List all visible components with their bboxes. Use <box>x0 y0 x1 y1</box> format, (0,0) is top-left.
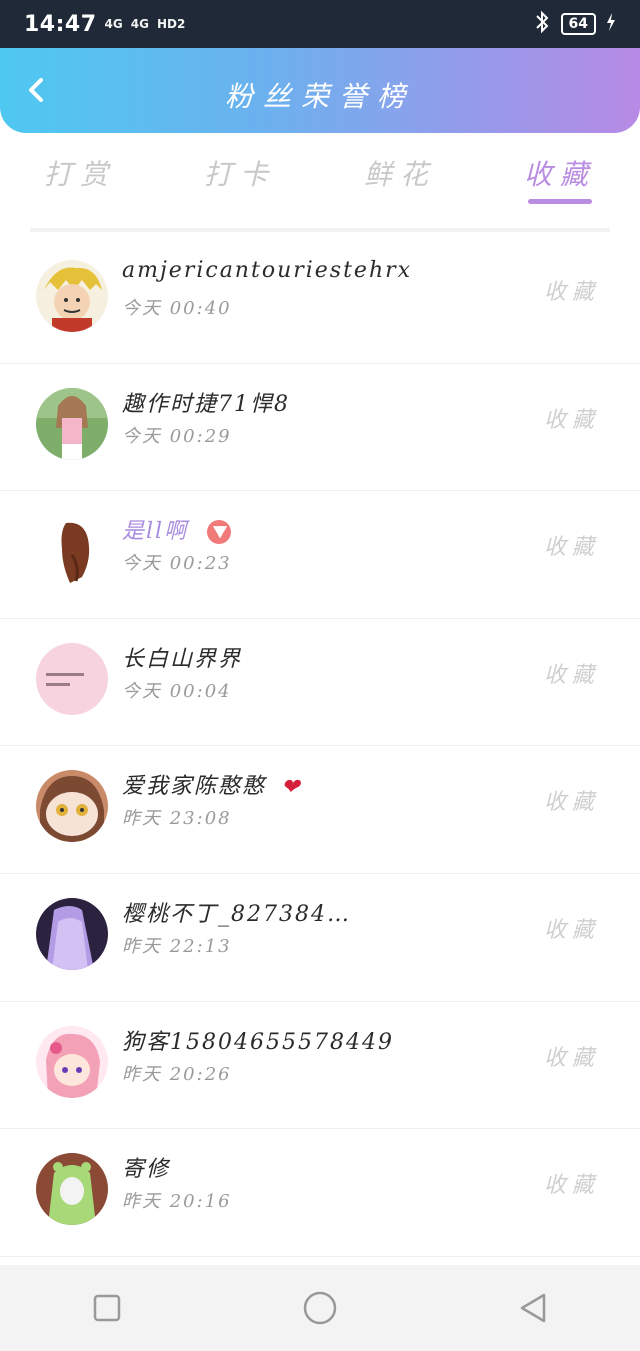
username-text: 是ll啊 <box>122 519 189 545</box>
circle-icon <box>303 1291 337 1325</box>
collect-label: 收藏 <box>543 535 600 561</box>
avatar[interactable] <box>36 1153 108 1226</box>
username: 趣作时捷71悍8 <box>122 391 290 417</box>
active-tab-indicator <box>528 199 592 204</box>
timestamp: 昨天 20:16 <box>122 1191 232 1213</box>
avatar[interactable] <box>36 260 108 332</box>
back-nav-button[interactable] <box>503 1278 563 1338</box>
tab-checkin[interactable]: 打卡 <box>180 133 300 208</box>
divider <box>30 228 610 232</box>
collect-label: 收藏 <box>543 1045 600 1071</box>
tab-collect[interactable]: 收藏 <box>500 133 620 208</box>
collect-label: 收藏 <box>543 407 600 433</box>
system-nav-bar <box>0 1265 640 1351</box>
avatar[interactable] <box>36 642 108 715</box>
battery-indicator: 64 <box>560 13 596 35</box>
status-right: 64 <box>533 10 616 38</box>
avatar[interactable] <box>36 387 108 460</box>
tab-label: 打卡 <box>203 158 276 191</box>
recents-button[interactable] <box>77 1278 137 1338</box>
list-item[interactable]: amjericantouriestehrx 今天 00:40 收藏 <box>0 236 640 364</box>
home-button[interactable] <box>290 1278 350 1338</box>
timestamp: 昨天 23:08 <box>122 808 232 830</box>
username: 寄修 <box>122 1157 171 1183</box>
list-item[interactable]: 樱桃不丁_827384… 昨天 22:13 收藏 <box>0 874 640 1002</box>
fan-list: amjericantouriestehrx 今天 00:40 收藏 趣作时捷71… <box>0 236 640 1257</box>
avatar[interactable] <box>36 770 108 843</box>
tab-bar: 打赏 打卡 鲜花 收藏 <box>0 133 640 228</box>
avatar[interactable] <box>36 515 108 588</box>
timestamp: 今天 00:29 <box>122 425 232 447</box>
collect-label: 收藏 <box>543 790 600 816</box>
heart-icon: ❤ <box>281 774 302 800</box>
tab-flowers[interactable]: 鲜花 <box>340 133 460 208</box>
tab-label: 收藏 <box>523 158 596 191</box>
list-item[interactable]: 爱我家陈憨憨 ❤ 昨天 23:08 收藏 <box>0 746 640 874</box>
page-title: 粉丝荣誉榜 <box>224 80 415 113</box>
username: amjericantouriestehrx <box>122 258 413 283</box>
status-left: 14:47 4G 4G HD2 <box>24 12 185 37</box>
charging-icon <box>606 13 616 35</box>
list-item[interactable]: 狗客15804655578449 昨天 20:26 收藏 <box>0 1002 640 1130</box>
username: 爱我家陈憨憨 ❤ <box>122 768 301 800</box>
tab-reward[interactable]: 打赏 <box>20 133 140 208</box>
list-item[interactable]: 是ll啊 今天 00:23 收藏 <box>0 491 640 619</box>
tab-label: 打赏 <box>43 158 116 191</box>
username-text: 爱我家陈憨憨 <box>122 774 267 800</box>
vip-badge-icon <box>207 520 232 545</box>
triangle-back-icon <box>521 1293 546 1323</box>
username: 狗客15804655578449 <box>122 1029 394 1055</box>
app-header: 粉丝荣誉榜 <box>0 48 640 133</box>
list-item[interactable]: 长白山界界 今天 00:04 收藏 <box>0 619 640 747</box>
collect-label: 收藏 <box>543 662 600 688</box>
collect-label: 收藏 <box>543 280 600 305</box>
timestamp: 今天 00:23 <box>122 553 232 575</box>
avatar[interactable] <box>36 897 108 970</box>
list-item[interactable]: 趣作时捷71悍8 今天 00:29 收藏 <box>0 364 640 492</box>
clock: 14:47 <box>24 11 97 37</box>
timestamp: 昨天 20:26 <box>122 1063 232 1085</box>
username: 樱桃不丁_827384… <box>122 901 351 927</box>
username: 是ll啊 <box>122 513 232 545</box>
username: 长白山界界 <box>122 646 243 672</box>
signal-2: 4G <box>130 17 149 31</box>
square-icon <box>93 1294 120 1322</box>
tab-label: 鲜花 <box>363 158 436 191</box>
signal-1: 4G <box>104 17 123 31</box>
collect-label: 收藏 <box>543 1173 600 1199</box>
collect-label: 收藏 <box>543 917 600 943</box>
hd-icon: HD2 <box>156 17 186 31</box>
timestamp: 昨天 22:13 <box>122 935 232 957</box>
avatar[interactable] <box>36 1025 108 1098</box>
timestamp: 今天 00:04 <box>122 680 232 702</box>
status-bar: 14:47 4G 4G HD2 64 <box>0 0 640 48</box>
timestamp: 今天 00:40 <box>122 298 232 319</box>
bluetooth-icon <box>533 10 551 38</box>
list-item[interactable]: 寄修 昨天 20:16 收藏 <box>0 1129 640 1257</box>
